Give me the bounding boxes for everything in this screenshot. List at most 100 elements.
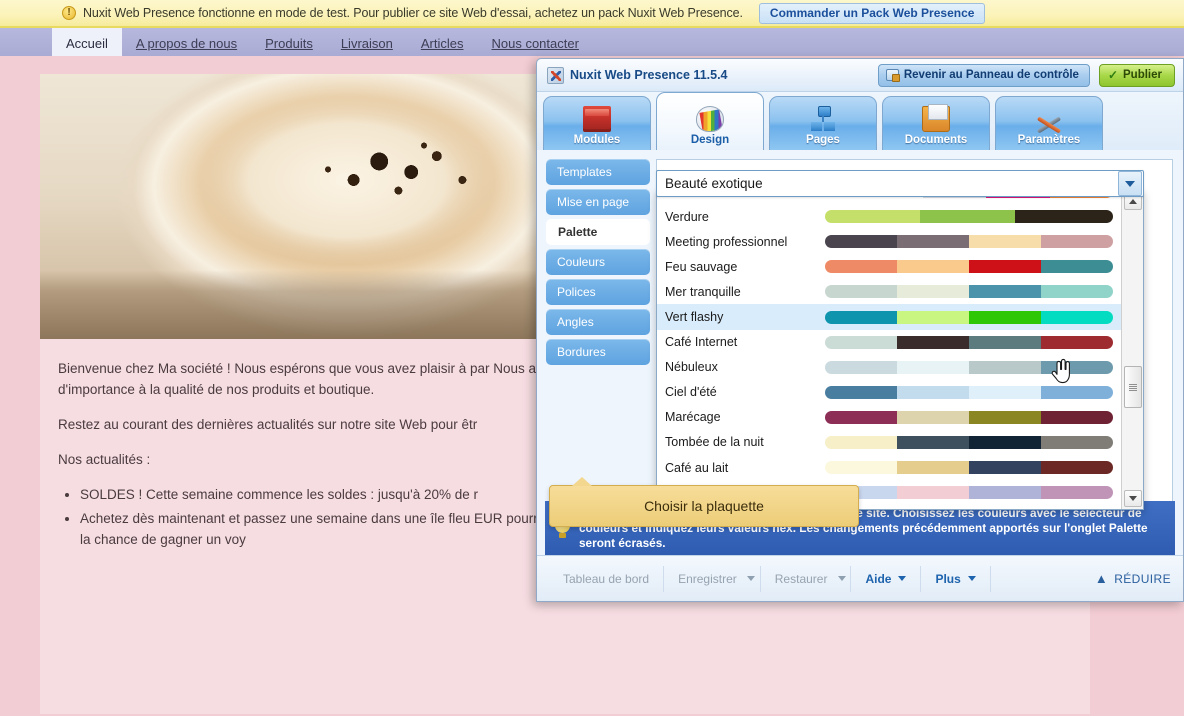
palette-row[interactable]: Ciel d'été	[657, 380, 1121, 405]
swatch-segment	[897, 335, 969, 349]
chevron-down-icon	[898, 576, 907, 581]
swatch-segment	[969, 486, 1041, 500]
swatch-segment	[969, 385, 1041, 399]
back-to-control-panel-button[interactable]: Revenir au Panneau de contrôle	[877, 63, 1090, 87]
site-nav-articles[interactable]: Articles	[407, 36, 478, 56]
swatch-segment	[1041, 461, 1113, 475]
swatch-segment	[920, 210, 1016, 224]
swatch-segment	[1041, 285, 1113, 299]
help-button[interactable]: Aide	[851, 565, 922, 592]
sidebar-item-polices[interactable]: Polices	[546, 279, 650, 305]
palette-row-name: Café Internet	[665, 335, 738, 350]
palette-row[interactable]: Feu sauvage	[657, 254, 1121, 279]
palette-scrollbar[interactable]	[1121, 191, 1143, 509]
tab-modules-label: Modules	[573, 134, 621, 146]
swatch-segment	[969, 285, 1041, 299]
more-button[interactable]: Plus	[921, 565, 991, 592]
swatch-segment	[969, 310, 1041, 324]
panel-titlebar: Nuxit Web Presence 11.5.4 Revenir au Pan…	[537, 59, 1183, 92]
save-button[interactable]: Enregistrer	[664, 566, 743, 592]
tab-parametres-label: Paramètres	[1017, 134, 1081, 146]
swatch-segment	[897, 360, 969, 374]
save-dropdown-arrow-icon[interactable]	[743, 565, 761, 592]
sidebar-item-couleurs[interactable]: Couleurs	[546, 249, 650, 275]
palette-row[interactable]: Café au lait	[657, 455, 1121, 480]
palette-search-input[interactable]	[657, 175, 1118, 192]
nuxit-logo-icon	[547, 66, 564, 84]
swatch-segment	[825, 435, 897, 449]
panel-title: Nuxit Web Presence 11.5.4	[570, 68, 728, 82]
reduce-button[interactable]: ▲ RÉDUIRE	[1095, 571, 1171, 586]
swatch-segment	[1041, 335, 1113, 349]
site-nav-livraison[interactable]: Livraison	[327, 36, 407, 56]
swatch-segment	[825, 310, 897, 324]
swatch-segment	[969, 410, 1041, 424]
modules-icon	[583, 106, 611, 132]
reduce-label: RÉDUIRE	[1114, 571, 1171, 586]
palette-swatch	[825, 235, 1113, 249]
swatch-segment	[897, 260, 969, 274]
sidebar-item-bordures[interactable]: Bordures	[546, 339, 650, 365]
sidebar-item-templates[interactable]: Templates	[546, 159, 650, 185]
palette-swatch	[825, 435, 1113, 449]
swatch-segment	[969, 461, 1041, 475]
palette-row[interactable]: Meeting professionnel	[657, 229, 1121, 254]
documents-folder-icon	[922, 104, 950, 132]
swatch-segment	[897, 486, 969, 500]
dashboard-button[interactable]: Tableau de bord	[549, 565, 665, 592]
site-nav-accueil[interactable]: Accueil	[52, 28, 122, 56]
tab-design-label: Design	[690, 134, 730, 146]
palette-row[interactable]: Café Internet	[657, 330, 1121, 355]
palette-swatch	[825, 335, 1113, 349]
scrollbar-thumb[interactable]	[1124, 366, 1142, 408]
swatch-segment	[969, 335, 1041, 349]
swatch-segment	[825, 410, 897, 424]
swatch-segment	[825, 285, 897, 299]
palette-row-name: Café au lait	[665, 460, 729, 475]
swatch-segment	[969, 360, 1041, 374]
site-nav-items: Accueil A propos de nous Produits Livrai…	[52, 28, 593, 56]
palette-row[interactable]: Tombée de la nuit	[657, 430, 1121, 455]
palette-row[interactable]: Verdure	[657, 204, 1121, 229]
publish-button[interactable]: ✓ Publier	[1098, 63, 1175, 87]
palette-row[interactable]: Mer tranquille	[657, 279, 1121, 304]
swatch-segment	[825, 385, 897, 399]
site-nav-a-propos[interactable]: A propos de nous	[122, 36, 251, 56]
swatch-segment	[1041, 360, 1113, 374]
chevron-down-icon[interactable]	[1118, 171, 1142, 196]
palette-row-name: Tombée de la nuit	[665, 435, 764, 450]
restore-button[interactable]: Restaurer	[761, 566, 834, 592]
swatch-segment	[1041, 310, 1113, 324]
order-pack-button[interactable]: Commander un Pack Web Presence	[758, 2, 986, 24]
sidebar-item-mise-en-page[interactable]: Mise en page	[546, 189, 650, 215]
site-nav-nous-contacter[interactable]: Nous contacter	[477, 36, 592, 56]
tab-pages[interactable]: Pages	[769, 96, 877, 150]
sidebar-item-palette[interactable]: Palette	[546, 219, 650, 245]
swatch-segment	[1041, 410, 1113, 424]
chevron-down-icon	[967, 576, 976, 581]
palette-row[interactable]: Vert flashy	[657, 304, 1121, 330]
palette-dropdown-list[interactable]: Rêves en roseVerdureMeeting professionne…	[656, 190, 1144, 510]
tab-documents[interactable]: Documents	[882, 96, 990, 150]
palette-swatch	[825, 461, 1113, 475]
tab-design[interactable]: Design	[656, 92, 764, 150]
swatch-segment	[897, 435, 969, 449]
swatch-segment	[825, 260, 897, 274]
palette-combo-box[interactable]	[656, 170, 1144, 197]
tab-modules[interactable]: Modules	[543, 96, 651, 150]
palette-row[interactable]: Nébuleux	[657, 355, 1121, 380]
warning-icon: !	[62, 6, 76, 20]
site-nav-produits[interactable]: Produits	[251, 36, 327, 56]
palette-row-name: Ciel d'été	[665, 385, 717, 400]
tab-pages-label: Pages	[806, 134, 840, 146]
scroll-down-icon[interactable]	[1124, 490, 1142, 507]
sidebar-item-angles[interactable]: Angles	[546, 309, 650, 335]
swatch-segment	[897, 385, 969, 399]
palette-row-name: Verdure	[665, 209, 709, 224]
palette-row[interactable]: Marécage	[657, 405, 1121, 430]
restore-dropdown-arrow-icon[interactable]	[833, 565, 852, 592]
swatch-segment	[969, 260, 1041, 274]
swatch-segment	[969, 435, 1041, 449]
palette-swatch	[825, 310, 1113, 324]
tab-parametres[interactable]: Paramètres	[995, 96, 1103, 150]
